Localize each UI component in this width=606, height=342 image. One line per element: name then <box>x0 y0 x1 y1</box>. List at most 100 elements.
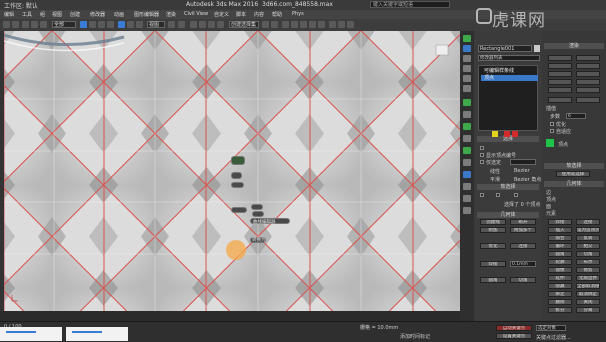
soft-selection-rollout[interactable]: 软选择 <box>477 184 539 190</box>
key-filters-button[interactable]: 关键点过滤器... <box>536 334 571 341</box>
manipulate-icon[interactable] <box>178 21 185 28</box>
display-tab-icon[interactable] <box>463 75 471 82</box>
thickness-button[interactable] <box>548 71 572 77</box>
sel-item[interactable]: 边 <box>546 189 551 196</box>
reference-coord-dropdown[interactable]: 视图 <box>147 21 165 28</box>
tool-icon[interactable] <box>463 183 471 190</box>
percent-snap-icon[interactable] <box>208 21 215 28</box>
vertex-color-swatch[interactable] <box>546 139 554 147</box>
menu-item[interactable]: 渲染 <box>166 11 176 18</box>
modifier-item-selected[interactable]: 顶点 <box>481 75 538 81</box>
radial-button[interactable] <box>548 63 572 69</box>
tool-icon[interactable] <box>463 99 471 106</box>
menu-item[interactable]: Civil View <box>184 11 208 17</box>
set-key-button[interactable]: 设置关键点 <box>496 333 532 339</box>
bind-icon[interactable] <box>40 21 47 28</box>
rp-button[interactable]: 焊接 <box>548 219 572 225</box>
angle-button[interactable] <box>548 79 572 85</box>
rp-button[interactable]: 关闭 <box>576 299 600 305</box>
sel-item[interactable]: 元素 <box>546 210 556 217</box>
create-tab-icon[interactable] <box>463 35 471 42</box>
layer-icon[interactable] <box>282 21 289 28</box>
spinner-snap-icon[interactable] <box>217 21 224 28</box>
rp-button[interactable]: 全部取消隐藏 <box>576 283 600 289</box>
link-icon[interactable] <box>22 21 29 28</box>
snap-toggle-icon[interactable] <box>190 21 197 28</box>
rp-button[interactable]: 插入 <box>548 227 572 233</box>
vertex-mode-icon[interactable] <box>492 131 498 137</box>
steps-spinner[interactable]: 6 <box>566 113 586 119</box>
enable-in-renderer-button[interactable] <box>548 55 572 61</box>
menu-item[interactable]: 图形编辑器 <box>134 11 159 18</box>
redo-icon[interactable] <box>12 21 19 28</box>
rect-selection-icon[interactable] <box>98 21 105 28</box>
quad-item-select[interactable] <box>251 204 263 210</box>
modifier-stack[interactable]: 可编辑样条线 顶点 <box>478 65 538 131</box>
schematic-icon[interactable] <box>309 21 316 28</box>
modify-tab-icon[interactable] <box>463 45 471 52</box>
rp-button[interactable]: 取消绑定 <box>576 291 600 297</box>
selection-filter-dropdown[interactable]: 全部 <box>52 21 76 28</box>
rp-button[interactable]: 镜像 <box>548 267 572 273</box>
soft-selection-checkbox[interactable] <box>480 193 484 197</box>
rp-button[interactable]: 无限边界 <box>576 275 600 281</box>
move-icon[interactable] <box>118 21 125 28</box>
area-selection-spinner[interactable] <box>510 159 536 165</box>
render-frame-icon[interactable] <box>338 21 345 28</box>
angle-snap-icon[interactable] <box>199 21 206 28</box>
tool-icon[interactable] <box>463 147 471 154</box>
sel-item[interactable]: 面 <box>546 203 551 210</box>
perspective-viewport[interactable]: 曲线编辑器 转换为 <box>4 31 460 311</box>
rp-button[interactable]: 连接 <box>576 219 600 225</box>
add-time-tag[interactable]: 添加时间标记 <box>400 333 430 340</box>
viewport-canvas[interactable] <box>4 31 460 311</box>
search-input[interactable]: 键入关键字或短语 <box>370 1 450 8</box>
adaptive-checkbox[interactable] <box>550 129 554 133</box>
option-checkbox[interactable] <box>514 193 518 197</box>
graphite-icon[interactable] <box>291 21 298 28</box>
rp-button[interactable]: 轮廓 <box>548 259 572 265</box>
rp-button[interactable]: 设为首顶点 <box>576 227 600 233</box>
tool-icon[interactable] <box>463 159 471 166</box>
geometry-rollout-right[interactable]: 几何体 <box>544 181 604 187</box>
rp-button[interactable]: 修剪 <box>576 267 600 273</box>
rp-button[interactable]: 反转 <box>576 235 600 241</box>
task-thumbnail[interactable] <box>0 327 62 341</box>
attach-button[interactable]: 附加 <box>480 227 506 233</box>
sel-item[interactable]: 顶点 <box>546 196 556 203</box>
align-icon[interactable] <box>271 21 278 28</box>
menu-item[interactable]: 帮助 <box>272 11 282 18</box>
rendering-rollout[interactable]: 渲染 <box>544 43 604 49</box>
rp-button[interactable]: 隐藏 <box>548 283 572 289</box>
material-editor-icon[interactable] <box>318 21 325 28</box>
rp-button[interactable]: 循环 <box>548 243 572 249</box>
break-button[interactable]: 断开 <box>510 219 536 225</box>
menu-item[interactable]: 创建 <box>70 11 80 18</box>
workspace-label[interactable]: 工作区: 默认 <box>4 1 38 10</box>
menu-item[interactable]: 修改器 <box>90 11 105 18</box>
selected-only-checkbox[interactable] <box>480 160 484 164</box>
modifier-item[interactable]: 可编辑样条线 <box>481 68 538 74</box>
rp-button[interactable]: 延伸 <box>548 275 572 281</box>
generate-mapping-button[interactable] <box>548 97 572 103</box>
weld-threshold-spinner[interactable]: 0.1mm <box>510 261 536 267</box>
tool-icon[interactable] <box>463 123 471 130</box>
tool-icon[interactable] <box>463 171 471 178</box>
named-selection-dropdown[interactable]: 创建选择集 <box>229 21 259 28</box>
rp-button[interactable]: 删除 <box>548 299 572 305</box>
pivot-icon[interactable] <box>168 21 175 28</box>
tool-icon[interactable] <box>463 135 471 142</box>
selected-dropdown[interactable]: 选定对象 <box>536 325 566 331</box>
spline-mode-icon[interactable] <box>512 131 518 137</box>
lock-handles-checkbox[interactable] <box>480 153 484 157</box>
modifier-list-dropdown[interactable]: 修改器列表 <box>478 55 540 61</box>
undo-icon[interactable] <box>3 21 10 28</box>
optimize-checkbox[interactable] <box>550 122 554 126</box>
menu-item[interactable]: 脚本 <box>236 11 246 18</box>
curve-editor-icon[interactable] <box>300 21 307 28</box>
unlink-icon[interactable] <box>31 21 38 28</box>
auto-smooth-button[interactable] <box>548 87 572 93</box>
menu-item[interactable]: 内容 <box>254 11 264 18</box>
rotate-icon[interactable] <box>127 21 134 28</box>
quad-item-properties[interactable] <box>252 211 264 217</box>
